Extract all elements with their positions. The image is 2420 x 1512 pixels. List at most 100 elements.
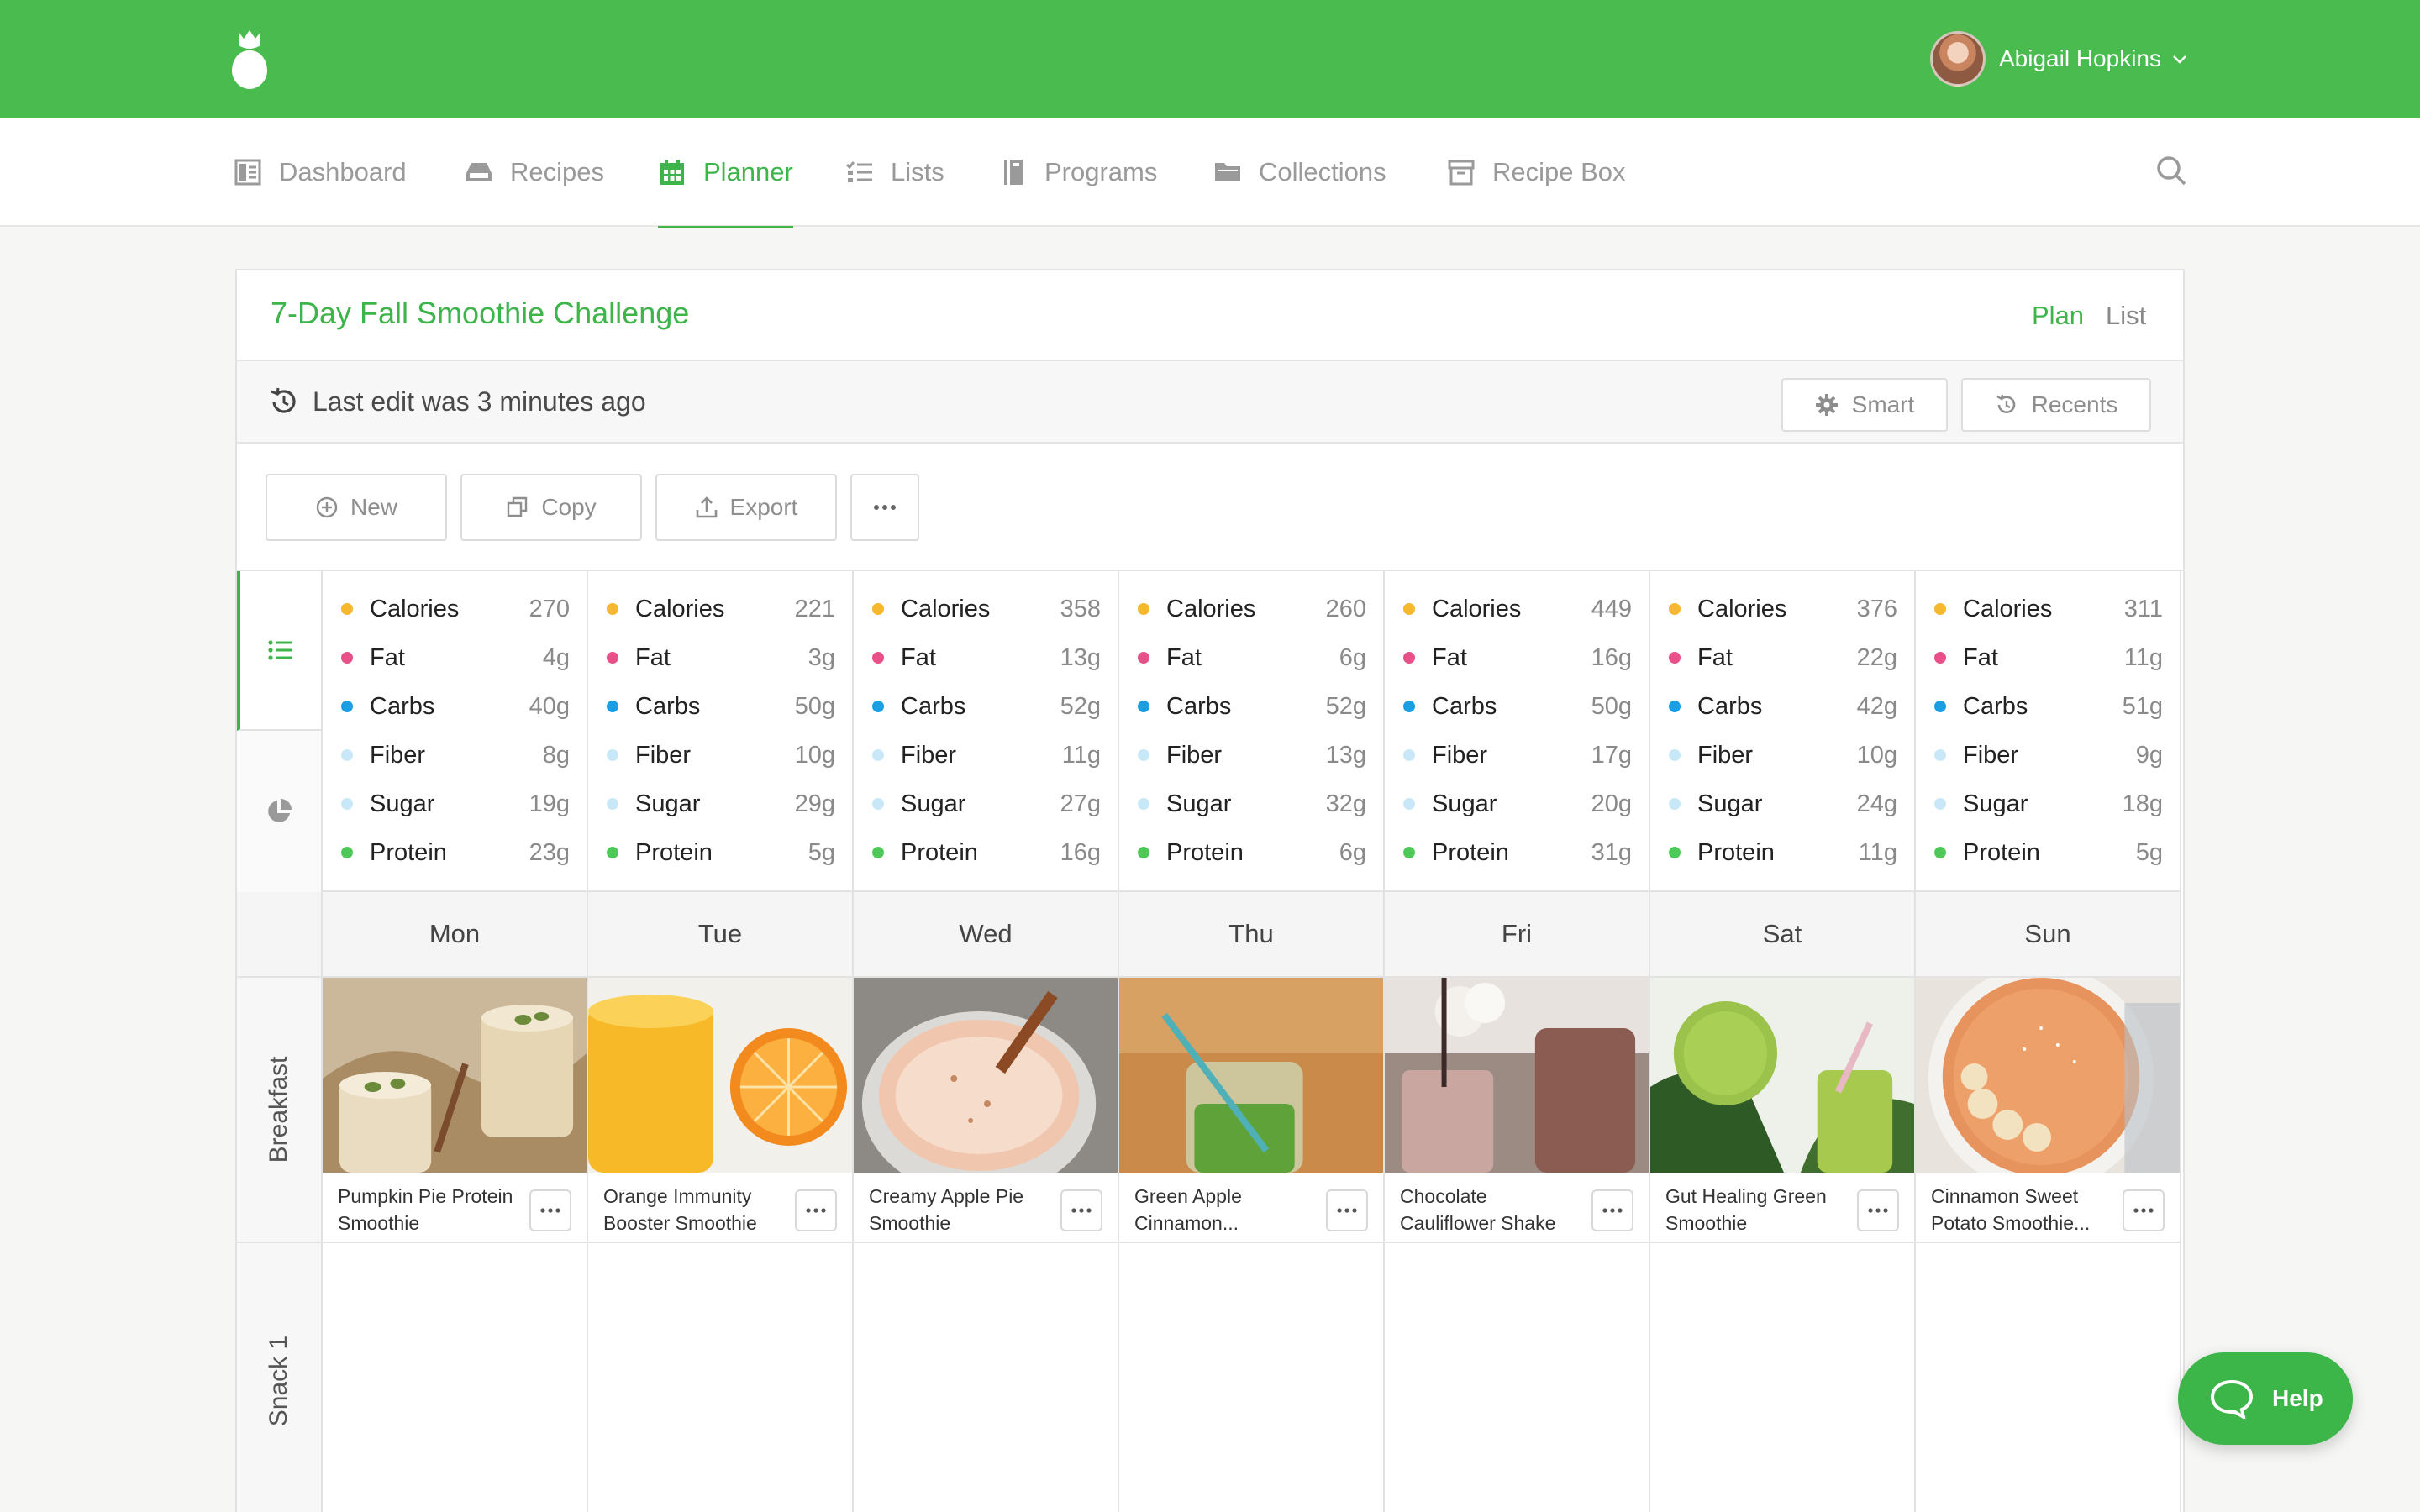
nutrient-label: Sugar xyxy=(1166,790,1232,817)
recipe-card[interactable]: Creamy Apple Pie Smoothie xyxy=(854,978,1119,1243)
snack-slot-thu[interactable] xyxy=(1119,1243,1385,1512)
nutrient-label: Carbs xyxy=(1432,692,1497,720)
nutrient-row: Sugar 18g xyxy=(1916,780,2180,828)
recipe-name[interactable]: Chocolate Cauliflower Shake xyxy=(1400,1183,1585,1236)
recipe-more-button[interactable] xyxy=(529,1189,571,1231)
recipe-photo[interactable] xyxy=(1916,978,2180,1173)
nutrient-row: Fat 16g xyxy=(1385,633,1649,682)
nutrient-dot xyxy=(1403,798,1415,810)
nutrient-row: Fat 22g xyxy=(1650,633,1914,682)
nutrient-value: 9g xyxy=(2135,741,2163,769)
recipe-card[interactable]: Chocolate Cauliflower Shake xyxy=(1385,978,1650,1243)
recipe-card[interactable]: Pumpkin Pie Protein Smoothie xyxy=(323,978,588,1243)
nav-item-recipes[interactable]: Recipes xyxy=(465,118,604,227)
search-icon[interactable] xyxy=(2154,154,2188,187)
recipe-more-button[interactable] xyxy=(795,1189,837,1231)
copy-button[interactable]: Copy xyxy=(460,474,642,541)
snack-slot-wed[interactable] xyxy=(854,1243,1119,1512)
nutrient-label: Fiber xyxy=(1697,741,1754,769)
nav-item-collections[interactable]: Collections xyxy=(1213,118,1386,227)
nav-item-planner[interactable]: Planner xyxy=(658,118,793,228)
tab-list[interactable]: List xyxy=(2106,301,2146,331)
nutrient-label: Fat xyxy=(901,643,936,671)
nutrient-dot xyxy=(341,847,353,858)
nutrient-value: 18g xyxy=(2122,790,2163,817)
chevron-down-icon xyxy=(2173,55,2186,64)
help-button[interactable]: Help xyxy=(2178,1352,2353,1445)
recipe-more-button[interactable] xyxy=(1591,1189,1634,1231)
recipe-more-button[interactable] xyxy=(2123,1189,2165,1231)
nutrient-dot xyxy=(1934,798,1946,810)
nutrient-dot xyxy=(607,798,618,810)
smart-button[interactable]: Smart xyxy=(1781,378,1948,432)
nutrition-list-tab[interactable] xyxy=(237,571,323,731)
recipe-more-button[interactable] xyxy=(1326,1189,1368,1231)
nutrient-value: 17g xyxy=(1591,741,1632,769)
nav-label: Collections xyxy=(1259,157,1386,186)
nutrient-label: Calories xyxy=(1166,595,1256,622)
ellipsis-icon xyxy=(2133,1208,2154,1213)
nutrient-label: Sugar xyxy=(901,790,966,817)
recipe-photo[interactable] xyxy=(1650,978,1914,1173)
nav-item-programs[interactable]: Programs xyxy=(999,118,1157,227)
nutrient-value: 376 xyxy=(1856,595,1897,622)
recipe-card[interactable]: Cinnamon Sweet Potato Smoothie... xyxy=(1916,978,2181,1243)
tab-plan[interactable]: Plan xyxy=(2032,301,2085,362)
recipe-name[interactable]: Pumpkin Pie Protein Smoothie xyxy=(338,1183,523,1236)
snack-slot-fri[interactable] xyxy=(1385,1243,1650,1512)
nutrient-dot xyxy=(1138,847,1150,858)
nutrient-label: Fiber xyxy=(901,741,957,769)
nutrient-dot xyxy=(872,749,884,761)
user-menu[interactable]: Abigail Hopkins xyxy=(1930,30,2188,87)
nutrient-value: 19g xyxy=(529,790,570,817)
recipe-name[interactable]: Orange Immunity Booster Smoothie xyxy=(603,1183,788,1236)
nutrient-dot xyxy=(341,603,353,615)
recipe-name[interactable]: Cinnamon Sweet Potato Smoothie... xyxy=(1931,1183,2116,1236)
nutrient-dot xyxy=(1138,603,1150,615)
new-button[interactable]: New xyxy=(266,474,447,541)
recipe-more-button[interactable] xyxy=(1060,1189,1102,1231)
nutrient-label: Calories xyxy=(901,595,991,622)
nutrient-label: Fiber xyxy=(635,741,692,769)
nutrient-label: Protein xyxy=(1432,838,1509,866)
recipe-name[interactable]: Gut Healing Green Smoothie xyxy=(1665,1183,1850,1236)
nutrient-label: Carbs xyxy=(1166,692,1232,720)
nav-item-lists[interactable]: Lists xyxy=(845,118,944,227)
nutrient-row: Fat 6g xyxy=(1119,633,1383,682)
nutrient-value: 50g xyxy=(794,692,835,720)
upload-icon xyxy=(696,496,717,518)
nutrient-label: Calories xyxy=(370,595,460,622)
nutrient-row: Protein 16g xyxy=(854,828,1118,877)
recipe-photo[interactable] xyxy=(1385,978,1649,1173)
nutrient-row: Sugar 24g xyxy=(1650,780,1914,828)
more-actions-button[interactable] xyxy=(850,474,919,541)
recents-button[interactable]: Recents xyxy=(1961,378,2151,432)
nutrient-dot xyxy=(607,652,618,664)
meal-label-text: Snack 1 xyxy=(265,1335,292,1427)
logo-icon[interactable] xyxy=(232,29,267,89)
nutrient-label: Fiber xyxy=(1963,741,2019,769)
recipe-name[interactable]: Green Apple Cinnamon... xyxy=(1134,1183,1319,1236)
recipe-card[interactable]: Green Apple Cinnamon... xyxy=(1119,978,1385,1243)
recipe-photo[interactable] xyxy=(854,978,1118,1173)
export-button[interactable]: Export xyxy=(655,474,837,541)
snack-slot-sun[interactable] xyxy=(1916,1243,2181,1512)
recipe-card[interactable]: Gut Healing Green Smoothie xyxy=(1650,978,1916,1243)
recipe-name[interactable]: Creamy Apple Pie Smoothie xyxy=(869,1183,1054,1236)
nutrition-column-thu: Calories 260 Fat 6g Carbs 52g Fiber 13g Sugar 32g… xyxy=(1119,571,1385,892)
recipe-card[interactable]: Orange Immunity Booster Smoothie xyxy=(588,978,854,1243)
snack-slot-sat[interactable] xyxy=(1650,1243,1916,1512)
recipe-photo[interactable] xyxy=(1119,978,1383,1173)
recipe-more-button[interactable] xyxy=(1857,1189,1899,1231)
ellipsis-icon xyxy=(806,1208,826,1213)
recipe-photo[interactable] xyxy=(588,978,852,1173)
nutrient-row: Sugar 19g xyxy=(323,780,587,828)
snack-slot-tue[interactable] xyxy=(588,1243,854,1512)
recipe-photo[interactable] xyxy=(323,978,587,1173)
snack-slot-mon[interactable] xyxy=(323,1243,588,1512)
nav-item-dashboard[interactable]: Dashboard xyxy=(234,118,407,227)
nutrient-dot xyxy=(1669,798,1681,810)
nutrition-chart-tab[interactable] xyxy=(237,731,323,892)
nutrient-row: Fiber 8g xyxy=(323,731,587,780)
nav-item-recipe-box[interactable]: Recipe Box xyxy=(1447,118,1626,227)
